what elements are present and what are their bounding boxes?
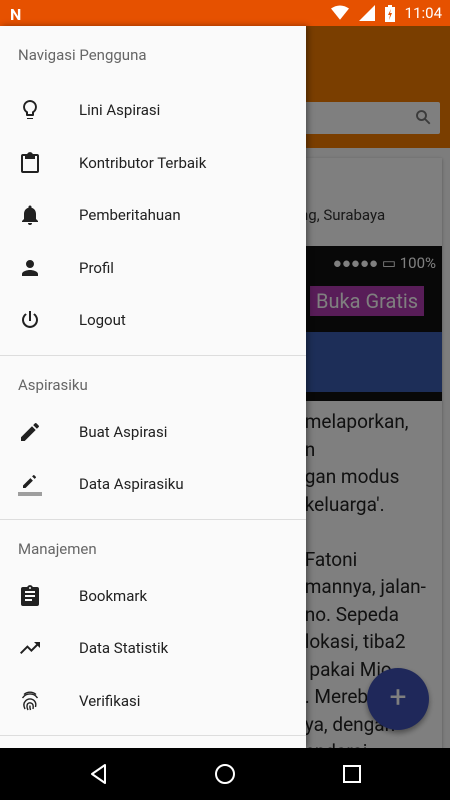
drawer-item-data-statistik[interactable]: Data Statistik	[0, 622, 306, 675]
drawer-item-data-aspirasiku[interactable]: Data Aspirasiku	[0, 458, 306, 511]
navigation-drawer: Navigasi Pengguna Lini Aspirasi Kontribu…	[0, 26, 306, 748]
system-nav-bar	[0, 748, 450, 800]
divider	[0, 354, 306, 356]
divider	[0, 518, 306, 520]
drawer-item-verifikasi[interactable]: Verifikasi	[0, 675, 306, 728]
drawer-item-lini-aspirasi[interactable]: Lini Aspirasi	[0, 84, 306, 137]
section-title-manajemen: Manajemen	[18, 539, 97, 558]
fingerprint-icon	[21, 691, 39, 710]
drawer-item-label: Profil	[79, 258, 114, 277]
drawer-item-label: Buat Aspirasi	[79, 422, 168, 441]
drawer-item-label: Pemberitahuan	[79, 206, 181, 225]
drawer-item-label: Data Aspirasiku	[79, 475, 184, 494]
drawer-item-buat-aspirasi[interactable]: Buat Aspirasi	[0, 406, 306, 459]
bell-icon	[22, 205, 38, 225]
pencil-underline-icon	[18, 474, 42, 496]
signal-icon	[358, 5, 375, 21]
status-bar: N 11:04	[0, 0, 450, 26]
pencil-icon	[21, 422, 39, 441]
drawer-item-label: Lini Aspirasi	[79, 101, 161, 120]
section-title-aspirasiku: Aspirasiku	[18, 375, 88, 394]
clipboard-icon	[21, 151, 39, 173]
drawer-item-pemberitahuan[interactable]: Pemberitahuan	[0, 189, 306, 242]
battery-charging-icon	[384, 4, 395, 22]
recents-icon[interactable]	[340, 762, 364, 786]
drawer-item-profil[interactable]: Profil	[0, 242, 306, 295]
drawer-item-label: Bookmark	[79, 586, 148, 605]
n-logo-icon: N	[10, 5, 22, 24]
drawer-item-label: Data Statistik	[79, 639, 169, 658]
home-icon[interactable]	[213, 762, 237, 786]
divider	[0, 735, 306, 736]
drawer-item-kontributor-terbaik[interactable]: Kontributor Terbaik	[0, 137, 306, 190]
drawer-item-logout[interactable]: Logout	[0, 294, 306, 347]
drawer-item-bookmark[interactable]: Bookmark	[0, 570, 306, 623]
wifi-icon	[330, 5, 349, 20]
power-icon	[22, 311, 38, 328]
trending-up-icon	[20, 642, 40, 654]
drawer-item-label: Logout	[79, 311, 126, 330]
lightbulb-icon	[23, 100, 37, 119]
section-title-navigasi: Navigasi Pengguna	[18, 46, 147, 64]
assignment-icon	[21, 584, 39, 606]
drawer-item-label: Kontributor Terbaik	[79, 153, 207, 172]
person-icon	[22, 259, 38, 276]
back-icon[interactable]	[87, 762, 111, 786]
drawer-item-label: Verifikasi	[79, 691, 141, 710]
clock-text: 11:04	[404, 4, 442, 22]
